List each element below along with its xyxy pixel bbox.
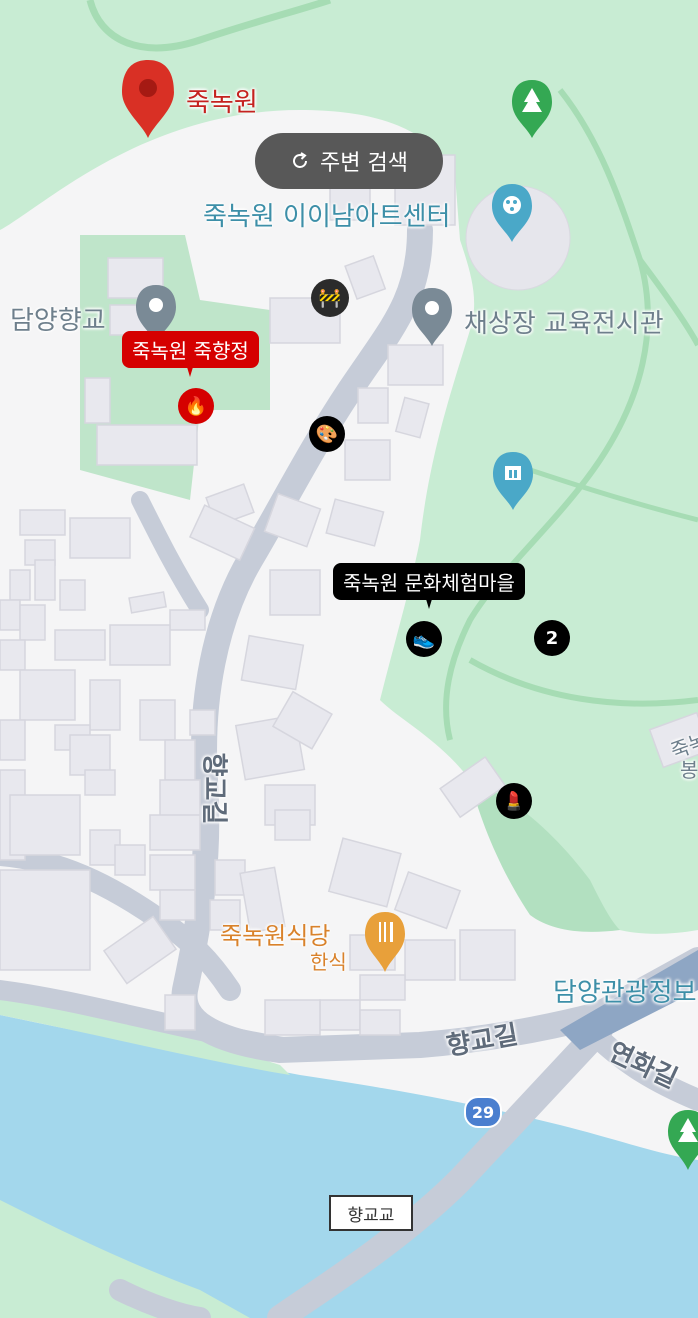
tag-culture-village[interactable]: 죽녹원 문화체험마을 [333,563,525,609]
lipstick-marker[interactable]: 💄 [496,783,532,819]
palette-icon: 🎨 [315,423,339,445]
art-center-label[interactable]: 죽녹원 이이남아트센터 [203,196,450,233]
chaesangjang-label[interactable]: 채상장 교육전시관 [464,303,664,340]
shoe-marker[interactable]: 👟 [406,621,442,657]
construction-marker[interactable]: 🚧 [312,280,348,316]
refresh-icon [290,151,310,171]
route-29-shield: 29 [464,1096,502,1128]
search-nearby-label: 주변 검색 [320,151,408,176]
tourist-info-label[interactable]: 담양관광정보 [553,972,697,1009]
cluster-marker[interactable]: 2 [534,620,570,656]
cluster-count: 2 [545,627,559,649]
search-nearby-button[interactable]: 주변 검색 [255,133,443,189]
east-edge-label-2: 봉 [680,758,698,782]
shoe-icon: 👟 [412,628,436,650]
fire-marker[interactable]: 🔥 [178,388,214,424]
hyanggyo-label[interactable]: 담양향교 [10,300,106,337]
road-label-hyanggyo-vertical: 향교길 [198,752,229,825]
bridge-label: 향교교 [329,1195,413,1231]
lipstick-icon: 💄 [502,790,526,812]
juknokwon-label[interactable]: 죽녹원 [186,82,258,119]
restaurant-category: 한식 [310,950,347,974]
fire-icon: 🔥 [184,395,208,417]
tag-juk-hyangjeong[interactable]: 죽녹원 죽향정 [122,331,259,377]
palette-marker[interactable]: 🎨 [309,416,345,452]
construction-icon: 🚧 [318,287,342,309]
